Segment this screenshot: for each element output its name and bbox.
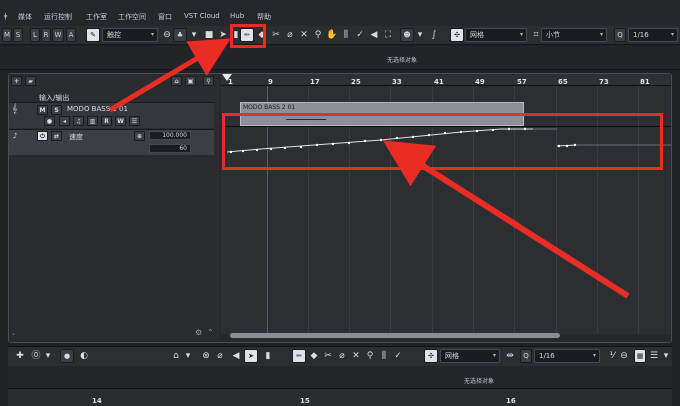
record-icon[interactable]: ● [60,349,74,363]
quantize-icon[interactable]: Q [520,349,532,363]
link-icon[interactable]: ⊗ [200,350,212,362]
snap-type-select[interactable]: 网格 ▾ [440,349,500,363]
pin-icon[interactable]: ✚ [14,350,26,362]
range-tool-icon[interactable]: ▮ [262,350,274,362]
ruler-mark: 16 [506,397,516,405]
levels-icon[interactable]: ☰ [648,350,660,362]
draw-tool-pencil-icon[interactable]: ✏ [292,349,306,363]
lower-zone-toolbar: ✚ ⓪ ▾ ● ◐ ⌂ ▾ ⊗ ⌀ ◀ ➤ ▮ ✏ ◆ ✂ ⌀ ✕ ⚲ ⫼ ✓ … [8,346,672,366]
autoscroll-icon[interactable]: ◐ [78,350,90,362]
erase-tool-icon[interactable]: ◆ [308,350,320,362]
lower-ruler[interactable]: 14 15 16 [8,388,672,406]
lower-info-line: 无选择对象 [8,366,672,388]
select-tool-icon[interactable]: ➤ [244,349,258,363]
split-tool-icon[interactable]: ✂ [322,350,334,362]
link-icon[interactable]: ⊖ [618,350,630,362]
no-selection-text: 无选择对象 [464,378,495,385]
play-tool-icon[interactable]: ✓ [392,350,404,362]
snap-toggle-icon[interactable]: ✣ [424,349,438,363]
solo-editor-icon[interactable]: ⓪ [30,350,42,362]
line-tool-icon[interactable]: ⫼ [378,350,390,362]
quantize-length-icon[interactable]: ⅟ [606,350,618,362]
mute-tool-icon[interactable]: ✕ [350,350,362,362]
speaker-icon[interactable]: ◀ [230,350,242,362]
color-icon[interactable]: ▦ [634,349,646,363]
chevron-down-icon[interactable]: ▾ [42,350,54,362]
ruler-mark: 14 [92,397,102,405]
nudge-icon[interactable]: ⇹ [504,350,516,362]
chevron-down-icon[interactable]: ▾ [660,350,672,362]
home-icon[interactable]: ⌂ [170,350,182,362]
chevron-down-icon[interactable]: ▾ [182,350,194,362]
glue-tool-icon[interactable]: ⌀ [336,350,348,362]
quantize-select[interactable]: 1/16 ▾ [534,349,600,363]
glue-icon[interactable]: ⌀ [214,350,226,362]
zoom-tool-icon[interactable]: ⚲ [364,350,376,362]
ruler-mark: 15 [300,397,310,405]
